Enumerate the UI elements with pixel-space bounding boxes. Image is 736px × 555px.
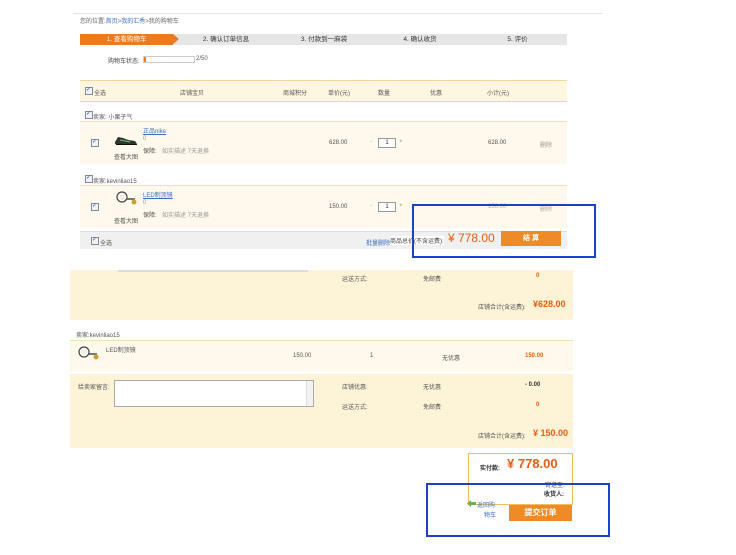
shipping-cost: 0 <box>536 402 540 408</box>
select-all-checkbox[interactable] <box>85 86 93 95</box>
item-checkbox[interactable] <box>91 202 99 211</box>
shipping-cost: 0 <box>536 273 540 279</box>
batch-delete-link[interactable]: 批量删除 <box>366 238 390 247</box>
store-discount-amount: - 0.00 <box>525 382 541 388</box>
shipping-value: 免邮费 <box>423 405 442 411</box>
order-store-section <box>70 270 573 320</box>
cart-table-header: 全选 店铺宝贝 商城积分 单价(元) 数量 优惠 小计(元) <box>80 80 567 102</box>
item-meta: 0 <box>143 136 147 142</box>
breadcrumb: 您的位置:首页>我的汇秀>我的购物车 <box>80 16 179 25</box>
column-qty: 数量 <box>378 91 391 97</box>
item-checkbox[interactable] <box>91 138 99 147</box>
cart-status-bar <box>143 56 195 63</box>
qty-plus-button[interactable]: + <box>399 139 403 145</box>
item-subtotal: 628.00 <box>488 140 507 146</box>
seller-checkbox[interactable] <box>85 174 93 183</box>
footer-select-all-checkbox[interactable] <box>91 236 99 245</box>
item-title-link[interactable]: 正品nike <box>143 126 166 135</box>
textarea-scrollbar[interactable] <box>306 381 313 406</box>
step-label: 5. 评价 <box>507 36 528 43</box>
guarantee-text: 如实描述 7天退换 <box>162 213 210 219</box>
breadcrumb-prefix: 您的位置: <box>80 19 106 25</box>
qty-minus-button[interactable]: - <box>370 139 372 145</box>
item-delete-link[interactable]: 删除 <box>540 140 552 149</box>
order-item-discount: 无优惠 <box>442 356 461 362</box>
order-item-subtotal: 150.00 <box>525 353 544 359</box>
store-total: ¥ 150.00 <box>533 428 569 438</box>
cart-item-row: 正品nike 0 保障: 如实描述 7天退换 查看大图 628.00 - 1 +… <box>80 121 567 164</box>
order-item-row <box>70 340 573 371</box>
column-subtotal: 小计(元) <box>487 91 509 97</box>
breadcrumb-mine-link[interactable]: 我的汇秀 <box>121 19 145 25</box>
store-total-label: 店铺合计(含运费): <box>478 434 526 440</box>
step-view-cart: 1. 查看购物车 <box>80 34 179 45</box>
step-pay: 3. 付款到一麻袋 <box>276 34 372 45</box>
view-image-link[interactable]: 查看大图 <box>114 216 138 225</box>
item-price: 150.00 <box>329 204 348 210</box>
order-item-price: 150.00 <box>293 353 312 359</box>
item-price: 628.00 <box>329 140 348 146</box>
footer-select-all-label: 全选 <box>100 241 113 247</box>
view-image-link[interactable]: 查看大图 <box>114 152 138 161</box>
shadow-line <box>118 270 308 272</box>
column-points: 商城积分 <box>283 91 308 97</box>
seller-line: 卖家:kevinliao15 <box>93 176 137 185</box>
qty-plus-button[interactable]: + <box>399 203 403 209</box>
column-discount: 优惠 <box>430 91 443 97</box>
step-confirm-receipt: 4. 确认收货 <box>372 34 468 45</box>
shipping-value: 免邮费 <box>423 277 442 283</box>
item-title-link[interactable]: LED制顶镜 <box>143 190 173 199</box>
store-total: ¥628.00 <box>533 299 566 309</box>
step-label: 4. 确认收货 <box>403 36 437 43</box>
order-item-name: LED制顶镜 <box>106 348 136 354</box>
breadcrumb-home-link[interactable]: 首页 <box>106 19 118 25</box>
shipping-label: 运送方式: <box>342 405 368 411</box>
guarantee-label: 保障: <box>143 149 157 155</box>
shipping-label: 运送方式: <box>342 277 368 283</box>
guarantee-label: 保障: <box>143 213 157 219</box>
qty-input[interactable]: 1 <box>378 202 396 212</box>
store-discount-value: 无优惠 <box>423 385 442 391</box>
breadcrumb-current: 我的购物车 <box>148 19 179 25</box>
step-label: 2. 确认订单信息 <box>202 36 250 43</box>
led-mirror-thumbnail <box>78 346 99 360</box>
shoe-thumbnail[interactable] <box>114 131 138 147</box>
highlight-box-checkout <box>412 204 596 258</box>
cart-status-count: 2/50 <box>196 56 208 62</box>
store-discount-label: 店铺优惠: <box>342 385 368 391</box>
paid-label: 实付款: <box>480 466 500 472</box>
step-review: 5. 评价 <box>468 34 567 45</box>
seller-line: 卖家: 小栗子气 <box>93 112 132 121</box>
step-label: 1. 查看购物车 <box>106 36 147 43</box>
message-label: 给卖家留言: <box>78 385 110 391</box>
checkout-steps: 1. 查看购物车 2. 确认订单信息 3. 付款到一麻袋 4. 确认收货 5. … <box>80 34 567 45</box>
guarantee-text: 如实描述 7天退换 <box>162 149 210 155</box>
top-divider <box>73 13 603 14</box>
select-all-label: 全选 <box>94 91 107 97</box>
cart-status-fill <box>144 57 146 62</box>
seller-checkbox[interactable] <box>85 110 93 119</box>
highlight-box-submit <box>426 483 610 537</box>
column-item: 店铺宝贝 <box>180 91 205 97</box>
column-price: 单价(元) <box>328 91 350 97</box>
item-meta: 0 <box>143 200 147 206</box>
paid-amount: ¥ 778.00 <box>507 456 558 471</box>
message-textarea[interactable] <box>114 380 314 407</box>
led-mirror-thumbnail[interactable] <box>114 190 138 206</box>
cart-status-label: 购物车状态: <box>108 59 140 65</box>
store-total-label: 店铺合计(含运费): <box>478 305 526 311</box>
step-label: 3. 付款到一麻袋 <box>300 36 348 43</box>
order-seller-line: 卖家:kevinliao15 <box>76 330 120 339</box>
qty-minus-button[interactable]: - <box>370 203 372 209</box>
seller-label: 卖家: <box>76 333 90 339</box>
seller-name: kevinliao15 <box>89 333 120 339</box>
step-confirm-order: 2. 确认订单信息 <box>178 34 274 45</box>
qty-input[interactable]: 1 <box>378 138 396 148</box>
order-item-qty: 1 <box>370 353 374 359</box>
